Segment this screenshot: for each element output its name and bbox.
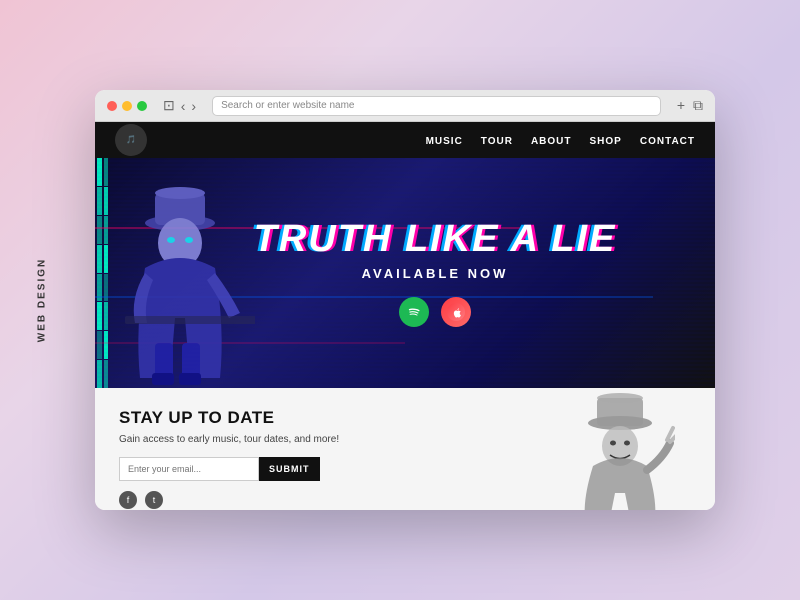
lower-character-right [555, 388, 675, 510]
nav-links: MUSIC TOUR ABOUT SHOP CONTACT [426, 131, 695, 149]
back-button[interactable]: ‹ [181, 98, 186, 114]
sidebar-label: WEB DESIGN [37, 258, 48, 342]
hero-section: TRUTH LIKE A LIE AVAILABLE NOW [95, 158, 715, 388]
hero-title: TRUTH LIKE A LIE [254, 220, 617, 258]
hero-bars-decoration [95, 158, 110, 388]
facebook-icon[interactable]: f [119, 491, 137, 509]
nav-item-music[interactable]: MUSIC [426, 131, 463, 149]
nav-item-tour[interactable]: TOUR [481, 131, 513, 149]
email-input[interactable] [119, 457, 259, 481]
submit-button[interactable]: SUBMIT [259, 457, 320, 481]
spotify-icon[interactable] [399, 297, 429, 327]
address-bar-text: Search or enter website name [221, 100, 354, 111]
maximize-button[interactable] [137, 101, 147, 111]
hero-subtitle: AVAILABLE NOW [254, 266, 617, 281]
nav-link-about[interactable]: ABOUT [531, 136, 572, 147]
minimize-button[interactable] [122, 101, 132, 111]
nav-item-about[interactable]: ABOUT [531, 131, 572, 149]
twitter-icon[interactable]: t [145, 491, 163, 509]
website-content: 🎵 MUSIC TOUR ABOUT SHOP CONTACT [95, 122, 715, 510]
forward-button[interactable]: › [191, 98, 196, 114]
nav-link-tour[interactable]: TOUR [481, 136, 513, 147]
nav-link-music[interactable]: MUSIC [426, 136, 463, 147]
browser-controls: ⊡ ‹ › [163, 97, 196, 114]
new-tab-icon[interactable]: + [677, 97, 685, 114]
lower-section: STAY UP TO DATE Gain access to early mus… [95, 388, 715, 510]
nav-item-shop[interactable]: SHOP [590, 131, 622, 149]
browser-actions: + ⧉ [677, 97, 703, 114]
close-button[interactable] [107, 101, 117, 111]
hero-character-left [125, 168, 255, 388]
site-navigation: 🎵 MUSIC TOUR ABOUT SHOP CONTACT [95, 122, 715, 158]
browser-window: ⊡ ‹ › Search or enter website name + ⧉ 🎵… [95, 90, 715, 510]
address-bar[interactable]: Search or enter website name [212, 96, 661, 116]
browser-chrome: ⊡ ‹ › Search or enter website name + ⧉ [95, 90, 715, 122]
logo-text: 🎵 [126, 136, 136, 145]
nav-link-shop[interactable]: SHOP [590, 136, 622, 147]
apple-music-icon[interactable] [441, 297, 471, 327]
nav-link-contact[interactable]: CONTACT [640, 136, 695, 147]
hero-text-container: TRUTH LIKE A LIE AVAILABLE NOW [254, 220, 617, 327]
site-logo[interactable]: 🎵 [115, 124, 147, 156]
window-icon[interactable]: ⊡ [163, 97, 175, 114]
streaming-icons [254, 297, 617, 327]
traffic-lights [107, 101, 147, 111]
share-icon[interactable]: ⧉ [693, 97, 703, 114]
nav-item-contact[interactable]: CONTACT [640, 131, 695, 149]
